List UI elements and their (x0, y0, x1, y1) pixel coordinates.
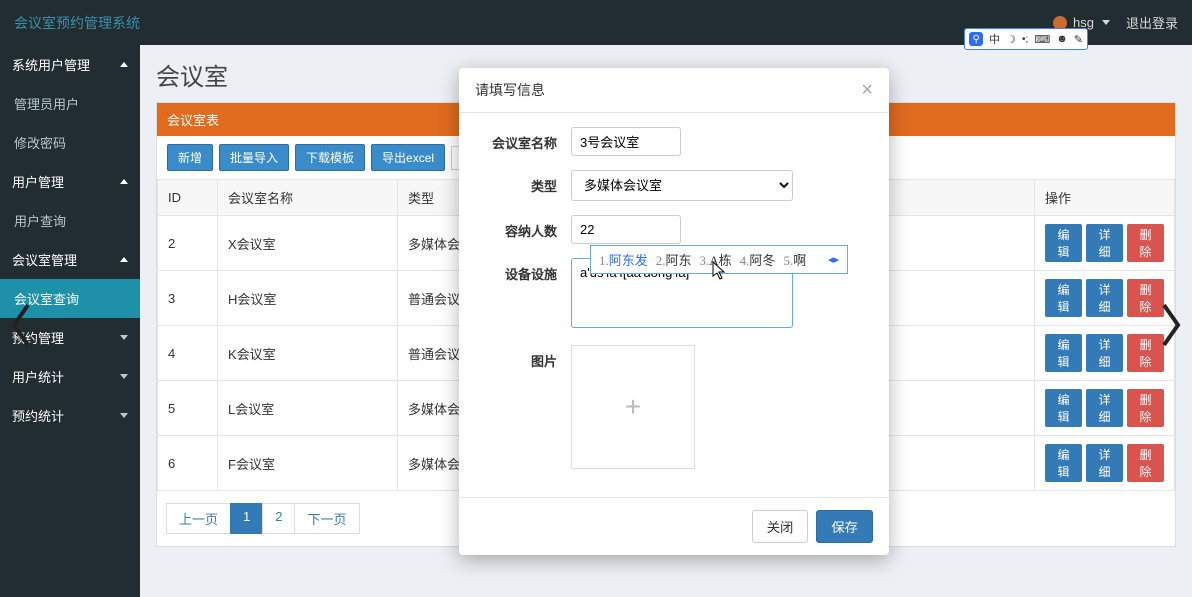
ime-candidate-4[interactable]: 4.阿冬 (740, 250, 776, 269)
label-capacity: 容纳人数 (475, 215, 571, 240)
ime-page-arrows-icon[interactable]: ◂▸ (828, 253, 839, 266)
image-upload[interactable]: + (571, 345, 695, 469)
label-type: 类型 (475, 170, 571, 195)
ime-candidate-1[interactable]: 1.阿东发 (599, 250, 648, 269)
room-type-select[interactable]: 多媒体会议室 (571, 170, 793, 201)
room-name-input[interactable] (571, 127, 681, 156)
label-image: 图片 (475, 345, 571, 370)
carousel-prev-icon[interactable] (6, 300, 36, 350)
modal-header: 请填写信息 × (459, 68, 889, 113)
ime-candidate-5[interactable]: 5.啊 (783, 250, 806, 269)
modal-footer: 关闭 保存 (459, 497, 889, 555)
modal: 请填写信息 × 会议室名称 类型 多媒体会议室 容纳人数 设备设施 a'ds'f… (459, 68, 889, 555)
close-icon[interactable]: × (861, 80, 873, 100)
modal-title: 请填写信息 (475, 80, 545, 100)
save-button[interactable]: 保存 (816, 510, 873, 543)
capacity-input[interactable] (571, 215, 681, 244)
ime-candidate-3[interactable]: 3.A栋 (700, 250, 732, 269)
label-name: 会议室名称 (475, 127, 571, 152)
label-facilities: 设备设施 (475, 258, 571, 283)
close-button[interactable]: 关闭 (752, 510, 809, 543)
modal-body: 会议室名称 类型 多媒体会议室 容纳人数 设备设施 a'ds'fa'f[aa'd… (459, 113, 889, 497)
carousel-next-icon[interactable] (1156, 300, 1186, 350)
ime-candidate-2[interactable]: 2.阿东 (656, 250, 692, 269)
ime-candidate-bar[interactable]: 1.阿东发 2.阿东 3.A栋 4.阿冬 5.啊 ◂▸ (590, 245, 848, 274)
